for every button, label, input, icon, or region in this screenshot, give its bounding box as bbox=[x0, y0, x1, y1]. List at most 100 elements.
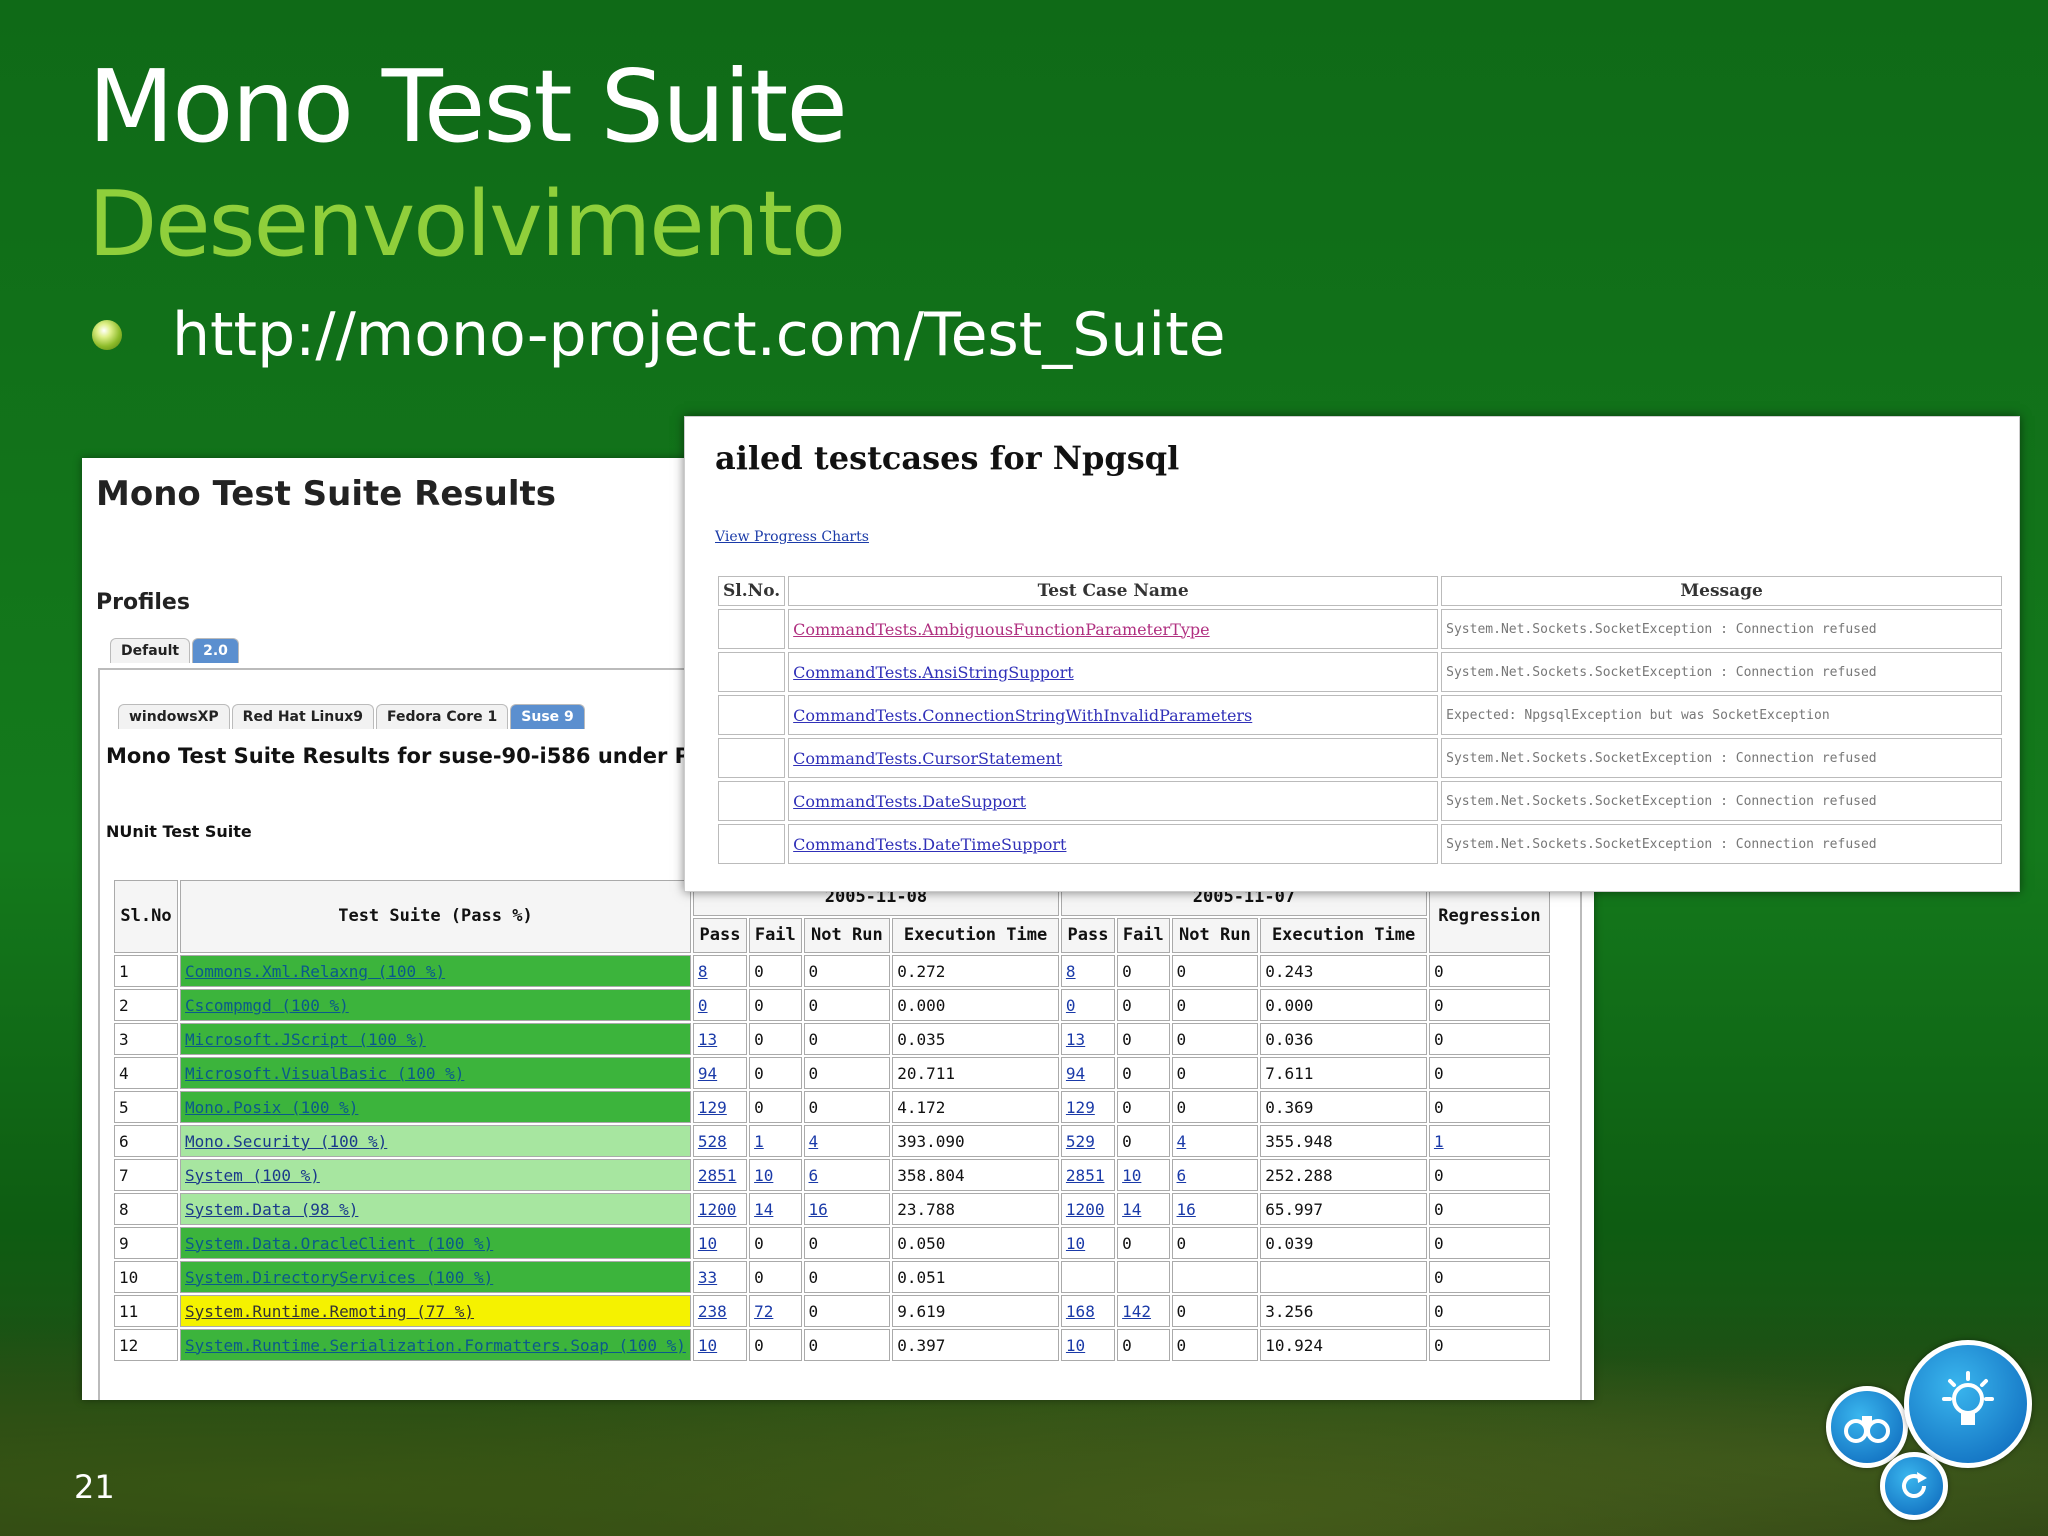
pass-count[interactable]: 528 bbox=[692, 1125, 748, 1157]
tab-2-0[interactable]: 2.0 bbox=[192, 638, 239, 663]
suite-link[interactable]: Microsoft.JScript (100 %) bbox=[180, 1023, 691, 1055]
not-run-count[interactable]: 4 bbox=[1171, 1125, 1259, 1157]
suite-link[interactable]: System.Runtime.Serialization.Formatters.… bbox=[180, 1329, 691, 1361]
pass-count[interactable]: 94 bbox=[1060, 1057, 1116, 1089]
row-number: 9 bbox=[114, 1227, 178, 1259]
pass-count[interactable]: 168 bbox=[1060, 1295, 1116, 1327]
col-not-run: Not Run bbox=[803, 917, 891, 953]
exec-time: 0.243 bbox=[1260, 955, 1427, 987]
pass-count[interactable]: 1200 bbox=[1060, 1193, 1116, 1225]
lightbulb-icon[interactable] bbox=[1904, 1340, 2032, 1468]
not-run-count[interactable]: 6 bbox=[1171, 1159, 1259, 1191]
pass-count[interactable]: 1200 bbox=[692, 1193, 748, 1225]
fail-count[interactable]: 10 bbox=[1117, 1159, 1170, 1191]
tab-fedora[interactable]: Fedora Core 1 bbox=[376, 704, 509, 729]
regression-count[interactable]: 1 bbox=[1428, 1125, 1550, 1157]
row-number bbox=[718, 695, 786, 735]
test-case-link[interactable]: CommandTests.ConnectionStringWithInvalid… bbox=[788, 695, 1439, 735]
exec-time: 0.369 bbox=[1260, 1091, 1427, 1123]
failed-row: CommandTests.DateTimeSupport System.Net.S… bbox=[718, 824, 2002, 864]
tab-default[interactable]: Default bbox=[110, 638, 191, 663]
test-case-link[interactable]: CommandTests.DateTimeSupport bbox=[788, 824, 1439, 864]
bullet-link[interactable]: http://mono-project.com/Test_Suite bbox=[172, 300, 1226, 370]
test-case-link[interactable]: CommandTests.AmbiguousFunctionParameterT… bbox=[788, 609, 1439, 649]
error-message: System.Net.Sockets.SocketException : Con… bbox=[1441, 738, 2002, 778]
row-number: 3 bbox=[114, 1023, 178, 1055]
fail-count[interactable]: 14 bbox=[749, 1193, 802, 1225]
suite-link[interactable]: System.DirectoryServices (100 %) bbox=[180, 1261, 691, 1293]
failed-testcases-screenshot: ailed testcases for Npgsql View Progress… bbox=[684, 416, 2020, 892]
suite-link[interactable]: System.Data (98 %) bbox=[180, 1193, 691, 1225]
progress-charts-link[interactable]: View Progress Charts bbox=[715, 529, 869, 545]
fail-count[interactable]: 72 bbox=[749, 1295, 802, 1327]
col-sl-no: Sl.No bbox=[114, 880, 178, 953]
pass-count[interactable]: 33 bbox=[692, 1261, 748, 1293]
pass-count[interactable]: 0 bbox=[692, 989, 748, 1021]
regression-count: 0 bbox=[1428, 1159, 1550, 1191]
fail-count: 0 bbox=[749, 1227, 802, 1259]
pass-count[interactable]: 2851 bbox=[692, 1159, 748, 1191]
pass-count[interactable]: 529 bbox=[1060, 1125, 1116, 1157]
not-run-count: 0 bbox=[1171, 1057, 1259, 1089]
fail-count[interactable]: 1 bbox=[749, 1125, 802, 1157]
suite-link[interactable]: Microsoft.VisualBasic (100 %) bbox=[180, 1057, 691, 1089]
test-case-link[interactable]: CommandTests.CursorStatement bbox=[788, 738, 1439, 778]
table-row: 7 System (100 %) 2851 10 6 358.804 2851 10 6 252.… bbox=[114, 1159, 1550, 1191]
suite-link[interactable]: System (100 %) bbox=[180, 1159, 691, 1191]
error-message: System.Net.Sockets.SocketException : Con… bbox=[1441, 652, 2002, 692]
fail-count[interactable]: 10 bbox=[749, 1159, 802, 1191]
pass-count[interactable]: 10 bbox=[692, 1329, 748, 1361]
fail-count[interactable]: 14 bbox=[1117, 1193, 1170, 1225]
pass-count[interactable]: 13 bbox=[1060, 1023, 1116, 1055]
test-case-link[interactable]: CommandTests.DateSupport bbox=[788, 781, 1439, 821]
error-message: System.Net.Sockets.SocketException : Con… bbox=[1441, 781, 2002, 821]
pass-count[interactable]: 13 bbox=[692, 1023, 748, 1055]
suite-link[interactable]: System.Runtime.Remoting (77 %) bbox=[180, 1295, 691, 1327]
row-number bbox=[718, 781, 786, 821]
suite-link[interactable]: Cscompmgd (100 %) bbox=[180, 989, 691, 1021]
table-row: 2 Cscompmgd (100 %) 0 0 0 0.000 0 0 0 0.000 0 bbox=[114, 989, 1550, 1021]
test-case-link[interactable]: CommandTests.AnsiStringSupport bbox=[788, 652, 1439, 692]
table-row: 8 System.Data (98 %) 1200 14 16 23.788 1200 14 1… bbox=[114, 1193, 1550, 1225]
exec-time: 10.924 bbox=[1260, 1329, 1427, 1361]
row-number bbox=[718, 824, 786, 864]
col-sl-no: Sl.No. bbox=[718, 576, 786, 606]
pass-count[interactable] bbox=[1060, 1261, 1116, 1293]
pass-count[interactable]: 8 bbox=[1060, 955, 1116, 987]
binoculars-icon[interactable] bbox=[1826, 1386, 1908, 1468]
not-run-count: 0 bbox=[803, 1091, 891, 1123]
not-run-count[interactable]: 16 bbox=[803, 1193, 891, 1225]
suite-link[interactable]: Mono.Security (100 %) bbox=[180, 1125, 691, 1157]
suite-link[interactable]: Commons.Xml.Relaxng (100 %) bbox=[180, 955, 691, 987]
tab-suse[interactable]: Suse 9 bbox=[510, 704, 585, 729]
col-exec-time: Execution Time bbox=[1260, 917, 1427, 953]
row-number: 5 bbox=[114, 1091, 178, 1123]
not-run-count: 0 bbox=[803, 1057, 891, 1089]
table-row: 6 Mono.Security (100 %) 528 1 4 393.090 529 0 4 3… bbox=[114, 1125, 1550, 1157]
suite-link[interactable]: System.Data.OracleClient (100 %) bbox=[180, 1227, 691, 1259]
slide-subtitle: Desenvolvimento bbox=[88, 172, 846, 277]
not-run-count[interactable]: 6 bbox=[803, 1159, 891, 1191]
fail-count: 0 bbox=[1117, 1227, 1170, 1259]
tab-redhat[interactable]: Red Hat Linux9 bbox=[231, 704, 374, 729]
pass-count[interactable]: 10 bbox=[692, 1227, 748, 1259]
not-run-count[interactable]: 16 bbox=[1171, 1193, 1259, 1225]
refresh-icon[interactable] bbox=[1880, 1452, 1948, 1520]
not-run-count[interactable]: 4 bbox=[803, 1125, 891, 1157]
pass-count[interactable]: 2851 bbox=[1060, 1159, 1116, 1191]
pass-count[interactable]: 129 bbox=[1060, 1091, 1116, 1123]
regression-count: 0 bbox=[1428, 955, 1550, 987]
pass-count[interactable]: 94 bbox=[692, 1057, 748, 1089]
suite-link[interactable]: Mono.Posix (100 %) bbox=[180, 1091, 691, 1123]
not-run-count: 0 bbox=[1171, 1091, 1259, 1123]
profiles-label: Profiles bbox=[96, 590, 190, 615]
pass-count[interactable]: 129 bbox=[692, 1091, 748, 1123]
pass-count[interactable]: 10 bbox=[1060, 1227, 1116, 1259]
pass-count[interactable]: 0 bbox=[1060, 989, 1116, 1021]
tab-windowsxp[interactable]: windowsXP bbox=[118, 704, 230, 729]
page-number: 21 bbox=[74, 1468, 115, 1506]
pass-count[interactable]: 238 bbox=[692, 1295, 748, 1327]
pass-count[interactable]: 10 bbox=[1060, 1329, 1116, 1361]
fail-count[interactable]: 142 bbox=[1117, 1295, 1170, 1327]
pass-count[interactable]: 8 bbox=[692, 955, 748, 987]
